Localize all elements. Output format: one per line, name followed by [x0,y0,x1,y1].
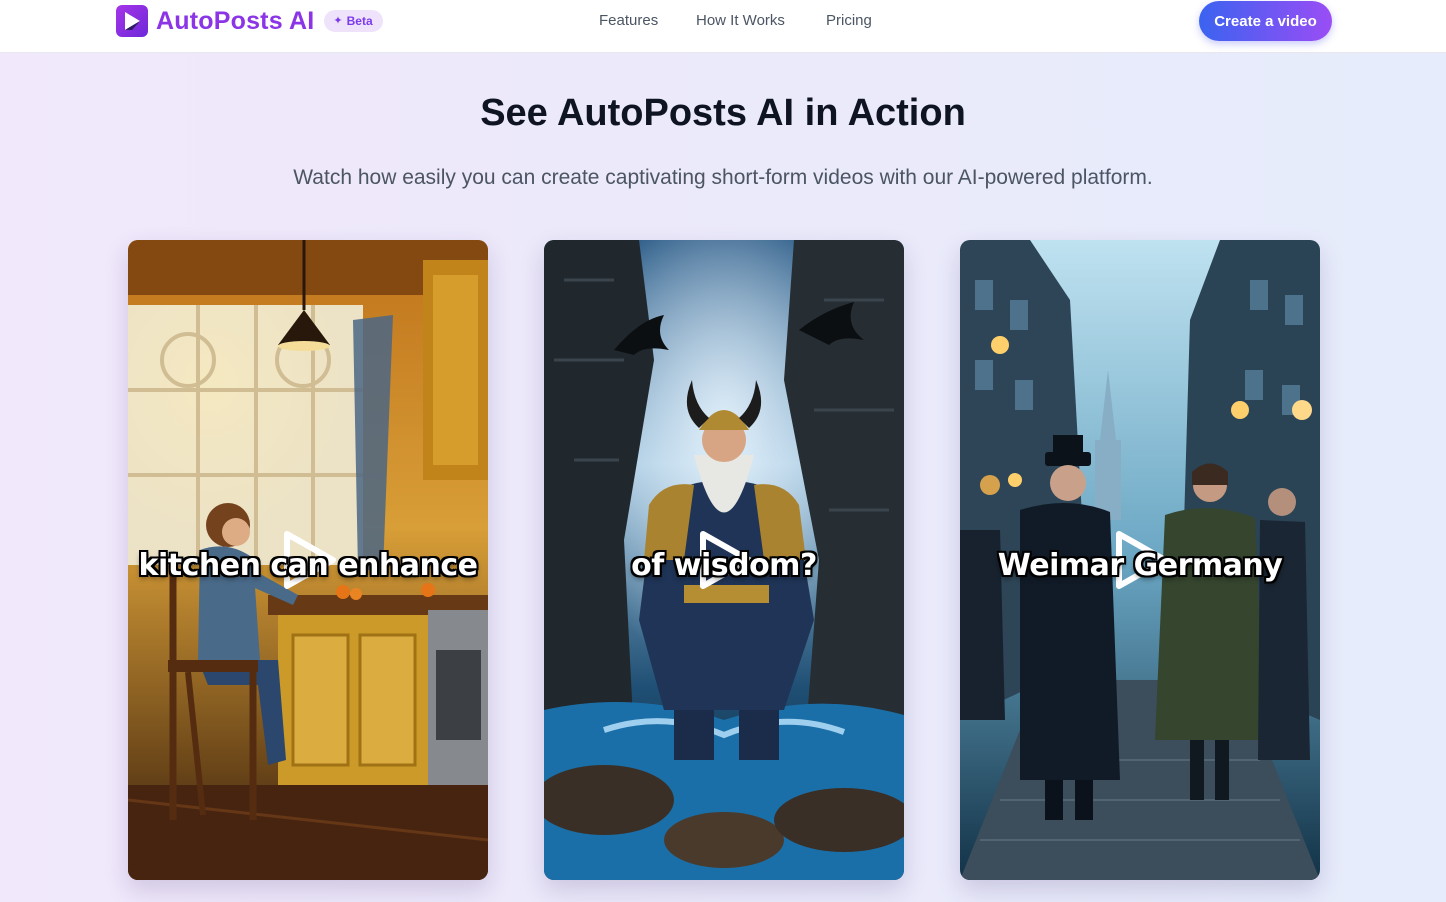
top-navbar: AutoPosts AI ✦ Beta Features How It Work… [0,0,1446,53]
nav-link-how-it-works[interactable]: How It Works [696,11,785,31]
nav-link-features[interactable]: Features [599,11,658,31]
video-card-kitchen[interactable]: kitchen can enhance [128,240,488,880]
video-caption: kitchen can enhance [138,548,479,583]
video-caption: Weimar Germany [997,548,1283,583]
video-caption: of wisdom? [631,548,817,583]
section-subtitle: Watch how easily you can create captivat… [293,166,1153,189]
video-card-weimar[interactable]: Weimar Germany [960,240,1320,880]
nav-link-pricing[interactable]: Pricing [826,11,872,31]
section-title: See AutoPosts AI in Action [480,92,966,134]
video-card-viking[interactable]: of wisdom? [544,240,904,880]
create-video-button[interactable]: Create a video [1199,1,1332,41]
